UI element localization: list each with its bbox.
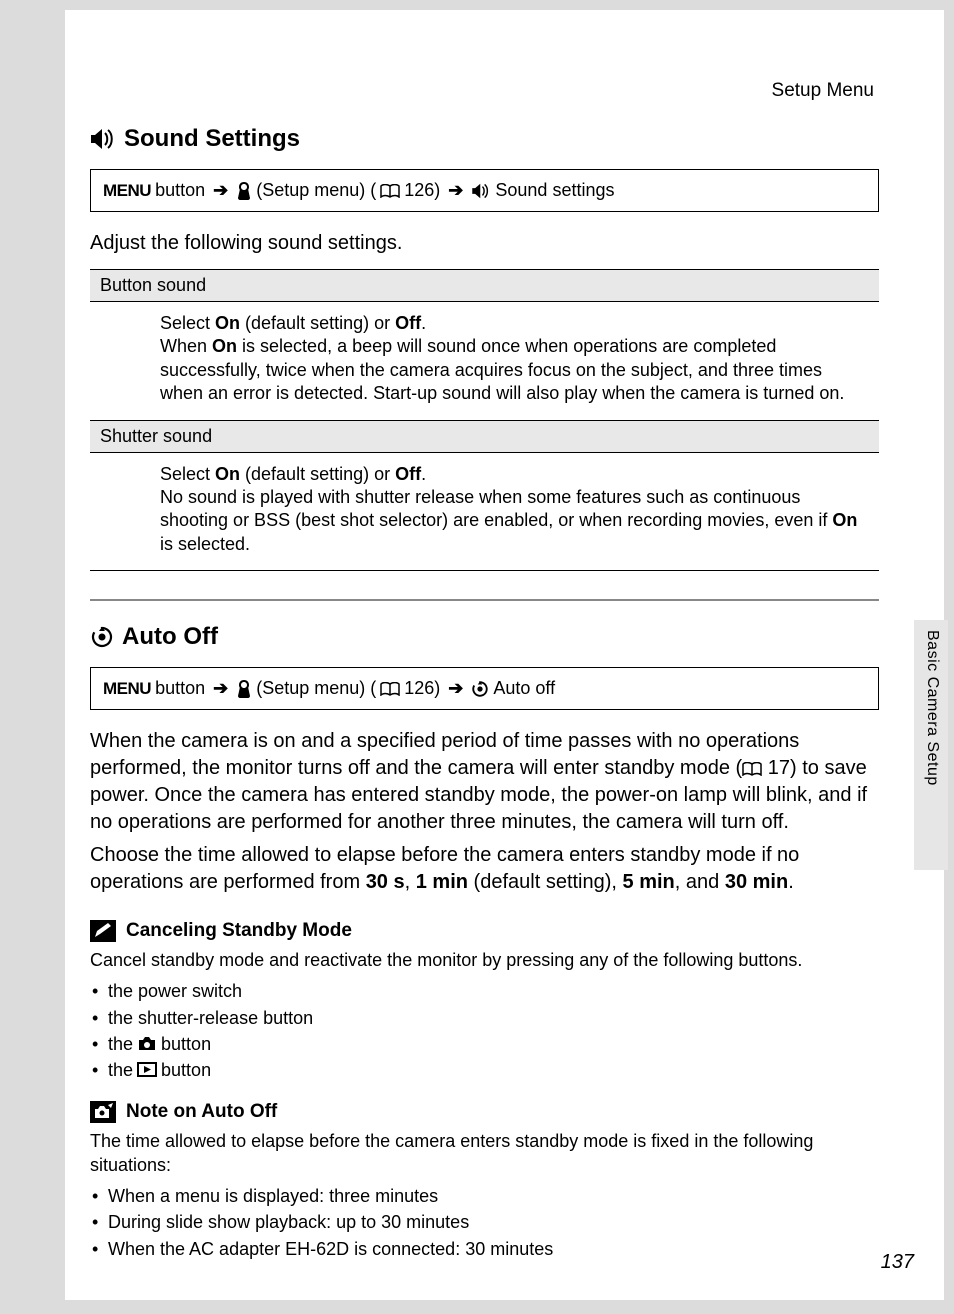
text: 126) bbox=[404, 678, 440, 699]
text: . bbox=[421, 313, 426, 333]
auto-off-icon bbox=[90, 625, 114, 649]
bold: On bbox=[832, 510, 857, 530]
text: button bbox=[161, 1031, 211, 1057]
arrow-icon: ➔ bbox=[213, 180, 228, 201]
text: button bbox=[155, 180, 205, 201]
text: When bbox=[160, 336, 212, 356]
list-item: the shutter-release button bbox=[90, 1005, 879, 1031]
text: Sound settings bbox=[495, 180, 614, 201]
text: , bbox=[405, 871, 416, 893]
cancel-list: the power switch the shutter-release but… bbox=[90, 978, 879, 1082]
sub-note-auto-off: Note on Auto Off The time allowed to ela… bbox=[90, 1101, 879, 1262]
text: (Setup menu) ( bbox=[256, 180, 376, 201]
book-icon bbox=[742, 762, 762, 776]
bold: 5 min bbox=[623, 871, 675, 893]
list-item: the power switch bbox=[90, 978, 879, 1004]
sub-title: Canceling Standby Mode bbox=[90, 920, 879, 942]
wrench-icon bbox=[236, 182, 252, 200]
text: Select bbox=[160, 313, 215, 333]
text: . bbox=[421, 464, 426, 484]
speaker-icon bbox=[90, 128, 116, 150]
list-item: When a menu is displayed: three minutes bbox=[90, 1183, 879, 1209]
option-header-shutter-sound: Shutter sound bbox=[90, 420, 879, 453]
list-item: the button bbox=[90, 1057, 879, 1083]
text: . bbox=[788, 871, 794, 893]
text: button bbox=[155, 678, 205, 699]
menu-label: MENU bbox=[103, 181, 151, 201]
sub-intro: The time allowed to elapse before the ca… bbox=[90, 1129, 879, 1178]
text: (default setting) or bbox=[240, 464, 395, 484]
intro-text: Adjust the following sound settings. bbox=[90, 230, 879, 257]
wrench-icon bbox=[236, 680, 252, 698]
text: is selected. bbox=[160, 534, 250, 554]
list-item: the button bbox=[90, 1031, 879, 1057]
sub-title-text: Canceling Standby Mode bbox=[126, 920, 352, 942]
sub-title-text: Note on Auto Off bbox=[126, 1101, 277, 1123]
arrow-icon: ➔ bbox=[448, 180, 463, 201]
list-item: When the AC adapter EH-62D is connected:… bbox=[90, 1236, 879, 1262]
arrow-icon: ➔ bbox=[448, 678, 463, 699]
text: (Setup menu) ( bbox=[256, 678, 376, 699]
bold: 1 min bbox=[416, 871, 468, 893]
sub-title: Note on Auto Off bbox=[90, 1101, 879, 1123]
heading-text: Auto Off bbox=[122, 623, 218, 651]
text: 126) bbox=[404, 180, 440, 201]
bold: Off bbox=[395, 313, 421, 333]
book-icon bbox=[380, 184, 400, 198]
heading-auto-off: Auto Off bbox=[90, 623, 879, 651]
divider bbox=[90, 599, 879, 601]
section-auto-off: Auto Off MENU button ➔ (Setup menu) ( 12… bbox=[90, 623, 879, 1262]
text: (default setting) or bbox=[240, 313, 395, 333]
page-number: 137 bbox=[881, 1251, 914, 1274]
auto-off-icon bbox=[471, 680, 489, 698]
auto-off-para1: When the camera is on and a specified pe… bbox=[90, 728, 879, 836]
heading-sound-settings: Sound Settings bbox=[90, 125, 879, 153]
note-pencil-icon bbox=[90, 920, 116, 942]
text: When the camera is on and a specified pe… bbox=[90, 730, 799, 779]
bold: 30 min bbox=[725, 871, 788, 893]
text: Auto off bbox=[493, 678, 555, 699]
option-header-button-sound: Button sound bbox=[90, 269, 879, 302]
note-camera-icon bbox=[90, 1101, 116, 1123]
speaker-icon bbox=[471, 183, 491, 199]
list-item: During slide show playback: up to 30 min… bbox=[90, 1209, 879, 1235]
camera-icon bbox=[137, 1036, 157, 1051]
breadcrumb-auto-off: MENU button ➔ (Setup menu) ( 126) ➔ Auto… bbox=[90, 667, 879, 710]
running-head: Setup Menu bbox=[772, 80, 874, 102]
menu-label: MENU bbox=[103, 679, 151, 699]
bold: 30 s bbox=[366, 871, 405, 893]
note-list: When a menu is displayed: three minutes … bbox=[90, 1183, 879, 1261]
text: button bbox=[161, 1057, 211, 1083]
options-table: Button sound Select On (default setting)… bbox=[90, 269, 879, 571]
sub-cancel-standby: Canceling Standby Mode Cancel standby mo… bbox=[90, 920, 879, 1083]
text: , and bbox=[675, 871, 725, 893]
bold: On bbox=[215, 313, 240, 333]
book-icon bbox=[380, 682, 400, 696]
text: No sound is played with shutter release … bbox=[160, 487, 832, 530]
option-body-button-sound: Select On (default setting) or Off. When… bbox=[90, 302, 879, 420]
auto-off-para2: Choose the time allowed to elapse before… bbox=[90, 842, 879, 896]
side-tab-label: Basic Camera Setup bbox=[923, 630, 941, 786]
section-sound-settings: Sound Settings MENU button ➔ (Setup menu… bbox=[90, 125, 879, 571]
sub-intro: Cancel standby mode and reactivate the m… bbox=[90, 948, 879, 972]
bold: On bbox=[215, 464, 240, 484]
bold: On bbox=[212, 336, 237, 356]
text: (default setting), bbox=[468, 871, 623, 893]
option-body-shutter-sound: Select On (default setting) or Off. No s… bbox=[90, 453, 879, 572]
arrow-icon: ➔ bbox=[213, 678, 228, 699]
playback-icon bbox=[137, 1062, 157, 1077]
breadcrumb-sound: MENU button ➔ (Setup menu) ( 126) ➔ Soun… bbox=[90, 169, 879, 212]
page: Setup Menu Sound Settings MENU button ➔ … bbox=[65, 10, 944, 1300]
text: the bbox=[108, 1057, 133, 1083]
heading-text: Sound Settings bbox=[124, 125, 300, 153]
text: the bbox=[108, 1031, 133, 1057]
text: is selected, a beep will sound once when… bbox=[160, 336, 844, 403]
bold: Off bbox=[395, 464, 421, 484]
text: Select bbox=[160, 464, 215, 484]
